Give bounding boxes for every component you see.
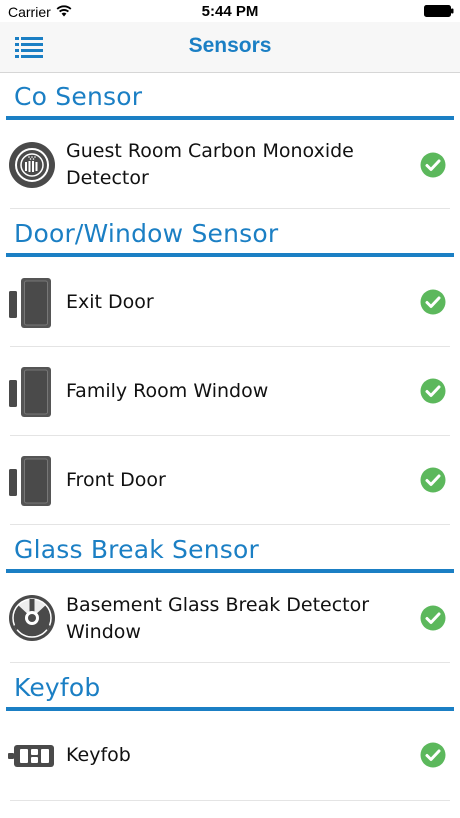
list-item-label: Basement Glass Break Detector Window xyxy=(66,594,370,643)
co-detector-icon xyxy=(9,142,55,188)
list-item-label: Keyfob xyxy=(66,744,131,766)
row-divider xyxy=(10,662,450,663)
page-title: Sensors xyxy=(188,34,272,57)
clock: 5:44 PM xyxy=(201,3,259,20)
glass-break-icon xyxy=(9,595,55,641)
check-icon xyxy=(420,378,446,404)
section-divider xyxy=(6,253,454,257)
section-header-keyfob: Keyfob xyxy=(0,665,460,711)
check-icon xyxy=(420,467,446,493)
section-title: Co Sensor xyxy=(14,82,143,111)
battery-icon xyxy=(424,5,454,17)
section-divider xyxy=(6,569,454,573)
check-icon xyxy=(420,289,446,315)
door-sensor-icon xyxy=(9,456,51,506)
row-divider xyxy=(10,800,450,801)
check-icon xyxy=(420,152,446,178)
nav-bar: Sensors xyxy=(0,22,460,73)
list-item-label: Exit Door xyxy=(66,291,154,313)
list-item[interactable]: Front Door xyxy=(0,436,460,525)
list-item[interactable]: Family Room Window xyxy=(0,347,460,436)
section-title: Keyfob xyxy=(14,673,101,702)
section-header-glass-break-sensor: Glass Break Sensor xyxy=(0,527,460,573)
door-sensor-icon xyxy=(9,367,51,417)
door-sensor-icon xyxy=(9,278,51,328)
row-divider xyxy=(10,208,450,209)
status-bar: Carrier 5:44 PM xyxy=(0,0,460,22)
check-icon xyxy=(420,605,446,631)
section-title: Door/Window Sensor xyxy=(14,219,279,248)
list-item[interactable]: Basement Glass Break Detector Window xyxy=(0,574,460,663)
section-title: Glass Break Sensor xyxy=(14,535,259,564)
list-item-label: Guest Room Carbon Monoxide Detector xyxy=(66,140,354,189)
check-icon xyxy=(420,742,446,768)
section-header-co-sensor: Co Sensor xyxy=(0,74,460,120)
list-item-label: Family Room Window xyxy=(66,380,269,402)
list-item-label: Front Door xyxy=(66,469,166,491)
list-item[interactable]: Guest Room Carbon Monoxide Detector xyxy=(0,120,460,209)
section-header-door-window-sensor: Door/Window Sensor xyxy=(0,211,460,257)
list-item[interactable]: Keyfob xyxy=(0,712,460,801)
section-divider xyxy=(6,707,454,711)
row-divider xyxy=(10,524,450,525)
keyfob-icon xyxy=(8,745,54,767)
list-item[interactable]: Exit Door xyxy=(0,258,460,347)
